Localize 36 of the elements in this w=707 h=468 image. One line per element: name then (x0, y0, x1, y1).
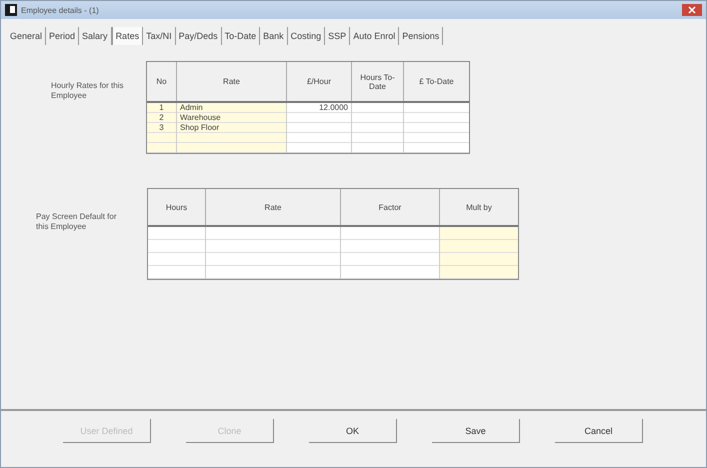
column-header: Mult by (465, 202, 493, 214)
table-cell[interactable]: 1 (159, 103, 164, 112)
column-header: £ To-Date (418, 76, 455, 88)
column-header: Rate (177, 62, 287, 101)
tab[interactable]: SSP (325, 27, 350, 45)
app-icon (5, 4, 17, 16)
close-icon (688, 6, 696, 14)
tab[interactable]: Pensions (399, 27, 444, 45)
section-label: Hourly Rates for this Employee (51, 81, 124, 101)
tab[interactable]: Rates (112, 27, 144, 45)
dialog-button[interactable]: Cancel (555, 419, 643, 443)
column-header: £/Hour (287, 62, 352, 101)
tab[interactable]: Period (46, 27, 80, 45)
close-button[interactable] (682, 4, 702, 16)
dialog-button[interactable]: OK (309, 419, 397, 443)
tab[interactable]: To-Date (222, 27, 260, 45)
column-header: Rate (206, 189, 341, 225)
table-cell[interactable]: 3 (159, 123, 164, 132)
tab[interactable]: Auto Enrol (350, 27, 400, 45)
tab[interactable]: Tax/NI (143, 27, 176, 45)
column-header: Factor (341, 189, 440, 225)
section-label: Pay Screen Default for this Employee (36, 212, 118, 232)
tab[interactable]: General (7, 27, 46, 45)
window-title: Employee details - (1) (21, 6, 99, 14)
table-cell[interactable]: Admin (180, 103, 203, 112)
column-header: No (147, 62, 177, 101)
table-cell[interactable]: Shop Floor (180, 123, 220, 132)
tab[interactable]: Bank (260, 27, 288, 45)
table-cell[interactable]: Warehouse (180, 113, 221, 122)
column-header: Hours To-Date (352, 62, 404, 101)
dialog-button[interactable]: Save (432, 419, 520, 443)
table-cell[interactable]: 12.0000 (319, 103, 348, 112)
table-cell[interactable]: 2 (159, 113, 164, 122)
tab[interactable]: Pay/Deds (176, 27, 222, 45)
tab[interactable]: Costing (288, 27, 326, 45)
column-header: Hours (148, 189, 206, 225)
